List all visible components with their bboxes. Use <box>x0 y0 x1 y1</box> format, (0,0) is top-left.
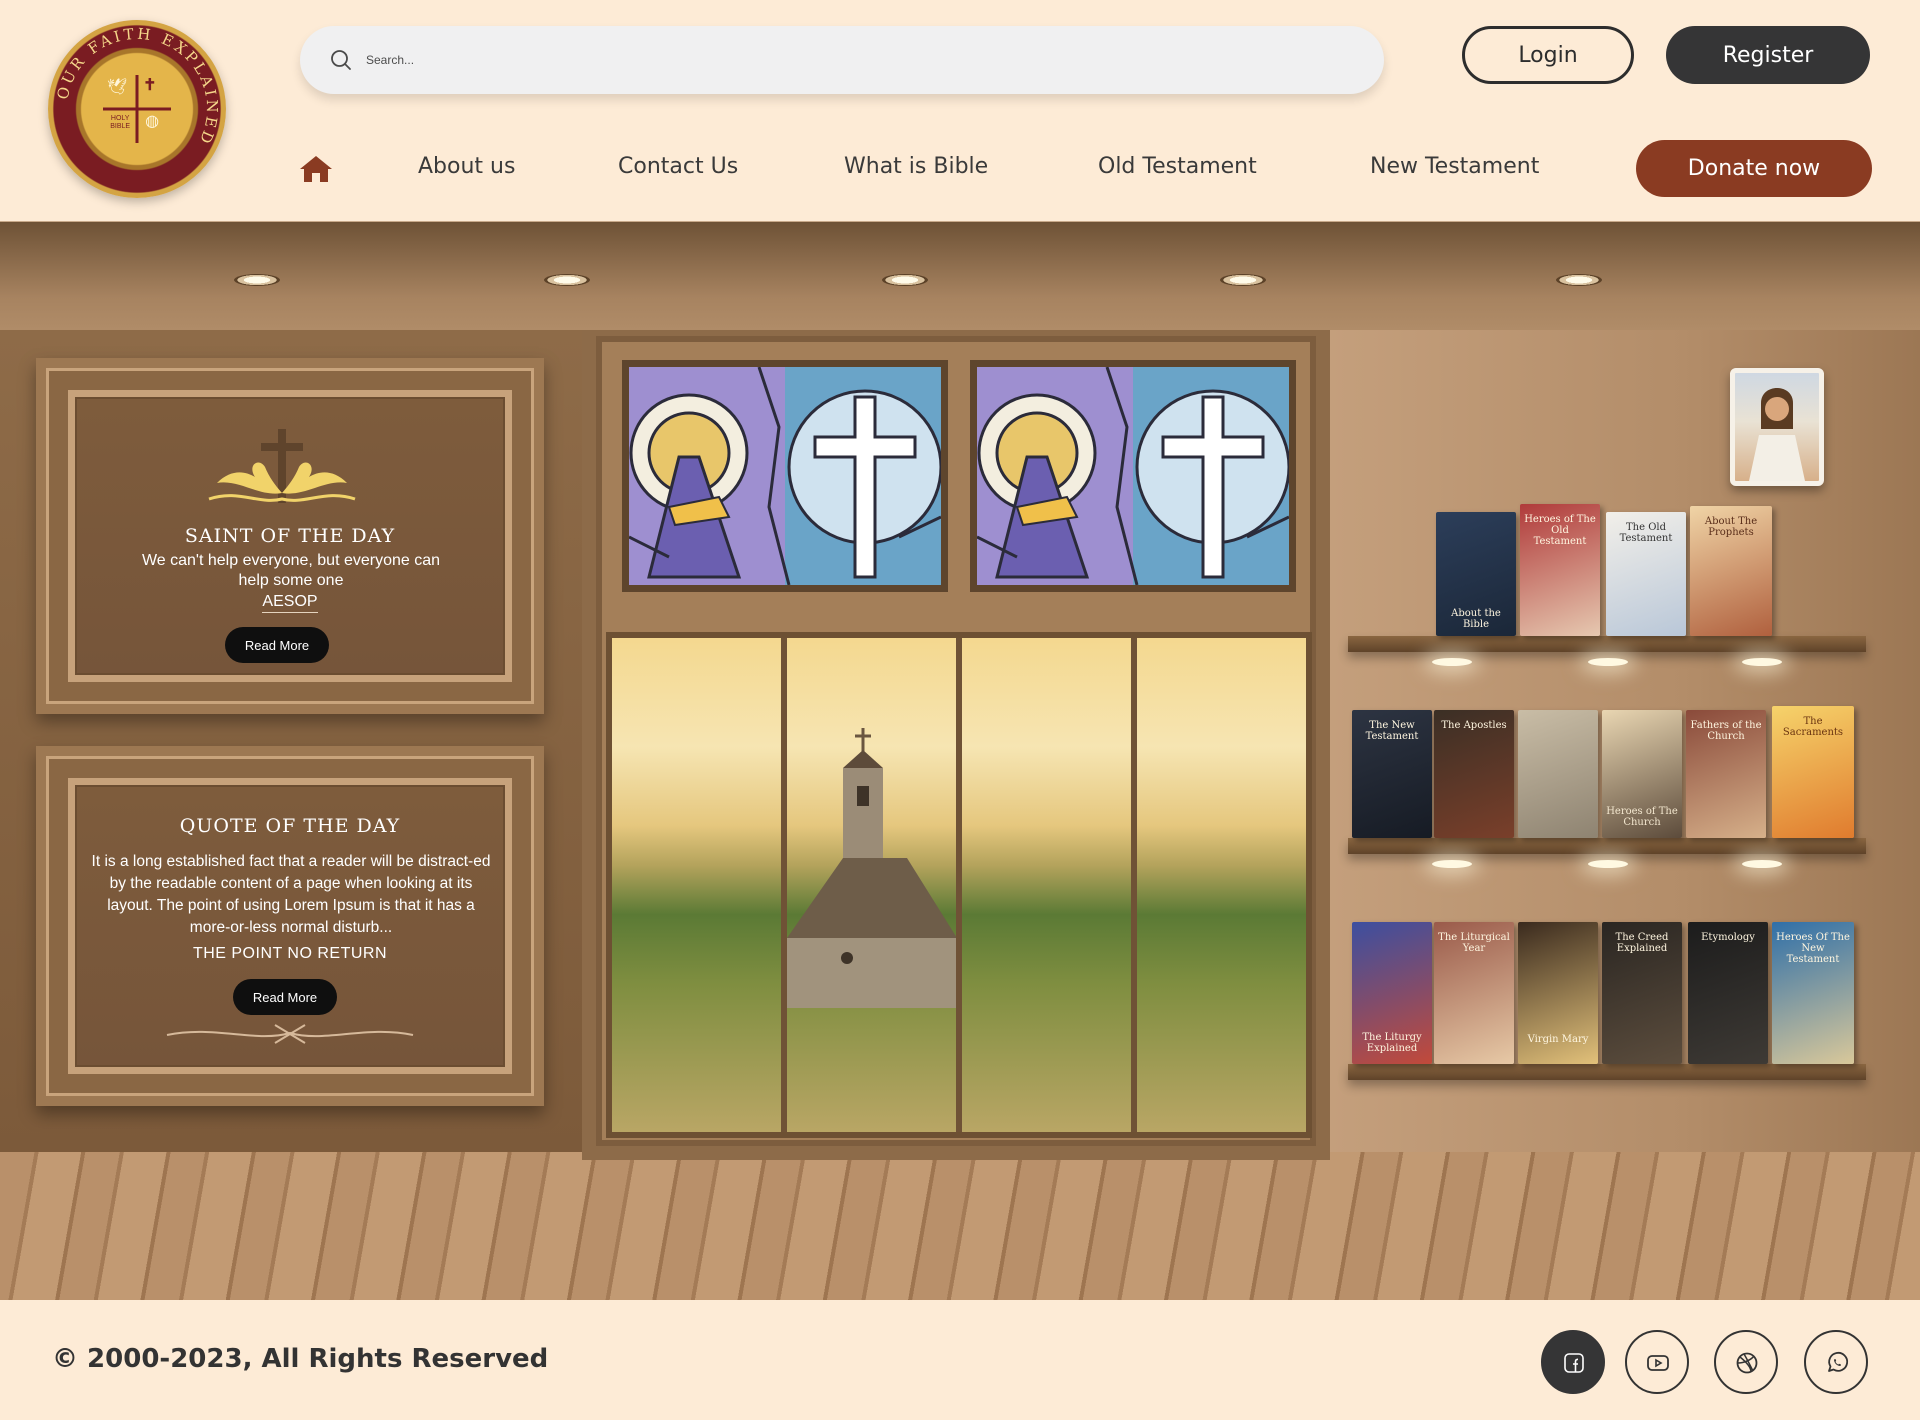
site-header: OUR FAITH EXPLAINED 🕊 ✝ HOLY BIBLE ◍ Log… <box>0 0 1920 222</box>
quote-read-more-button[interactable]: Read More <box>233 979 337 1015</box>
stained-glass-art <box>629 367 941 585</box>
ceiling-light <box>1556 274 1602 286</box>
youtube-icon <box>1647 1355 1669 1371</box>
shelf-light <box>1432 658 1472 666</box>
site-footer: © 2000-2023, All Rights Reserved <box>0 1300 1920 1420</box>
ceiling-light <box>1220 274 1266 286</box>
search-icon[interactable] <box>330 49 352 71</box>
ceiling-light <box>882 274 928 286</box>
dribbble-icon <box>1736 1352 1758 1374</box>
window-panel <box>962 638 1137 1132</box>
stained-glass-window <box>970 360 1296 592</box>
donate-button[interactable]: Donate now <box>1636 140 1872 197</box>
window-panel <box>612 638 787 1132</box>
church-view-window <box>606 632 1312 1138</box>
ceiling <box>0 222 1920 330</box>
saint-read-more-button[interactable]: Read More <box>225 627 329 663</box>
book-about-the-bible[interactable]: About the Bible <box>1436 512 1516 636</box>
youtube-button[interactable] <box>1625 1330 1689 1394</box>
dribbble-button[interactable] <box>1714 1330 1778 1394</box>
facebook-button[interactable] <box>1541 1330 1605 1394</box>
cross-ornament-icon <box>208 429 356 503</box>
shelf-light <box>1588 860 1628 868</box>
book-etymology[interactable]: Etymology <box>1688 922 1768 1064</box>
quote-author: THE POINT NO RETURN <box>192 945 388 962</box>
book-heroes-of-the-church[interactable]: Heroes of The Church <box>1602 710 1682 838</box>
logo-book-label: HOLY BIBLE <box>110 115 131 131</box>
dove-icon: 🕊 <box>107 79 128 97</box>
globe-icon: ◍ <box>145 113 160 131</box>
book-new-testament[interactable]: The New Testament <box>1352 710 1432 838</box>
shelf-light <box>1588 658 1628 666</box>
shelf-light <box>1432 860 1472 868</box>
main-nav: About us Contact Us What is Bible Old Te… <box>0 140 1920 200</box>
church-illustration <box>787 728 956 1008</box>
book-the-sacraments[interactable]: The Sacraments <box>1772 706 1854 838</box>
book-ornate-cover[interactable] <box>1518 710 1598 838</box>
saint-title: SAINT OF THE DAY <box>184 525 396 547</box>
bookshelf <box>1348 636 1866 652</box>
book-about-the-prophets[interactable]: About The Prophets <box>1690 506 1772 636</box>
whatsapp-icon <box>1828 1351 1849 1372</box>
book-heroes-old-testament[interactable]: Heroes of The Old Testament <box>1520 504 1600 636</box>
home-icon[interactable] <box>298 154 334 184</box>
quote-title: QUOTE OF THE DAY <box>179 815 401 837</box>
ceiling-light <box>544 274 590 286</box>
quote-text: It is a long established fact that a rea… <box>91 853 491 936</box>
book-heroes-new-testament[interactable]: Heroes Of The New Testament <box>1772 922 1854 1064</box>
shelf-light <box>1742 860 1782 868</box>
login-button[interactable]: Login <box>1462 26 1634 84</box>
jesus-portrait[interactable] <box>1730 368 1824 486</box>
facebook-icon <box>1564 1353 1584 1373</box>
nav-new-testament[interactable]: New Testament <box>1370 154 1539 179</box>
cross-icon: ✝ <box>143 77 157 95</box>
stained-glass-window <box>622 360 948 592</box>
whatsapp-button[interactable] <box>1804 1330 1868 1394</box>
stained-glass-art <box>977 367 1289 585</box>
nav-about-us[interactable]: About us <box>418 154 515 179</box>
bookshelf <box>1348 838 1866 854</box>
window-panel <box>787 638 962 1132</box>
bookshelf <box>1348 1064 1866 1080</box>
book-the-creed-explained[interactable]: The Creed Explained <box>1602 922 1682 1064</box>
window-panel <box>1137 638 1306 1132</box>
book-liturgical-year[interactable]: The Liturgical Year <box>1434 922 1514 1064</box>
book-the-liturgy-explained[interactable]: The Liturgy Explained <box>1352 922 1432 1064</box>
register-button[interactable]: Register <box>1666 26 1870 84</box>
nav-contact-us[interactable]: Contact Us <box>618 154 738 179</box>
book-virgin-mary[interactable]: Virgin Mary <box>1518 922 1598 1064</box>
book-fathers-of-the-church[interactable]: Fathers of the Church <box>1686 710 1766 838</box>
search-input[interactable] <box>366 44 1346 76</box>
book-old-testament[interactable]: The Old Testament <box>1606 512 1686 636</box>
logo-emblem: 🕊 ✝ HOLY BIBLE ◍ <box>103 75 171 143</box>
copyright-text: © 2000-2023, All Rights Reserved <box>52 1344 549 1374</box>
saint-text: We can't help everyone, but everyone can… <box>141 552 441 589</box>
shelf-light <box>1742 658 1782 666</box>
search-bar <box>300 26 1384 94</box>
saint-author: AESOP <box>75 593 505 613</box>
portrait-art <box>1749 388 1805 481</box>
nav-what-is-bible[interactable]: What is Bible <box>844 154 988 179</box>
wooden-floor <box>0 1152 1920 1300</box>
nav-old-testament[interactable]: Old Testament <box>1098 154 1257 179</box>
saint-of-the-day-frame: SAINT OF THE DAY We can't help everyone,… <box>36 358 544 714</box>
flourish-divider <box>166 1024 414 1044</box>
book-the-apostles[interactable]: The Apostles <box>1434 710 1514 838</box>
library-room-scene: SAINT OF THE DAY We can't help everyone,… <box>0 222 1920 1300</box>
quote-of-the-day-frame: QUOTE OF THE DAY It is a long establishe… <box>36 746 544 1106</box>
ceiling-light <box>234 274 280 286</box>
